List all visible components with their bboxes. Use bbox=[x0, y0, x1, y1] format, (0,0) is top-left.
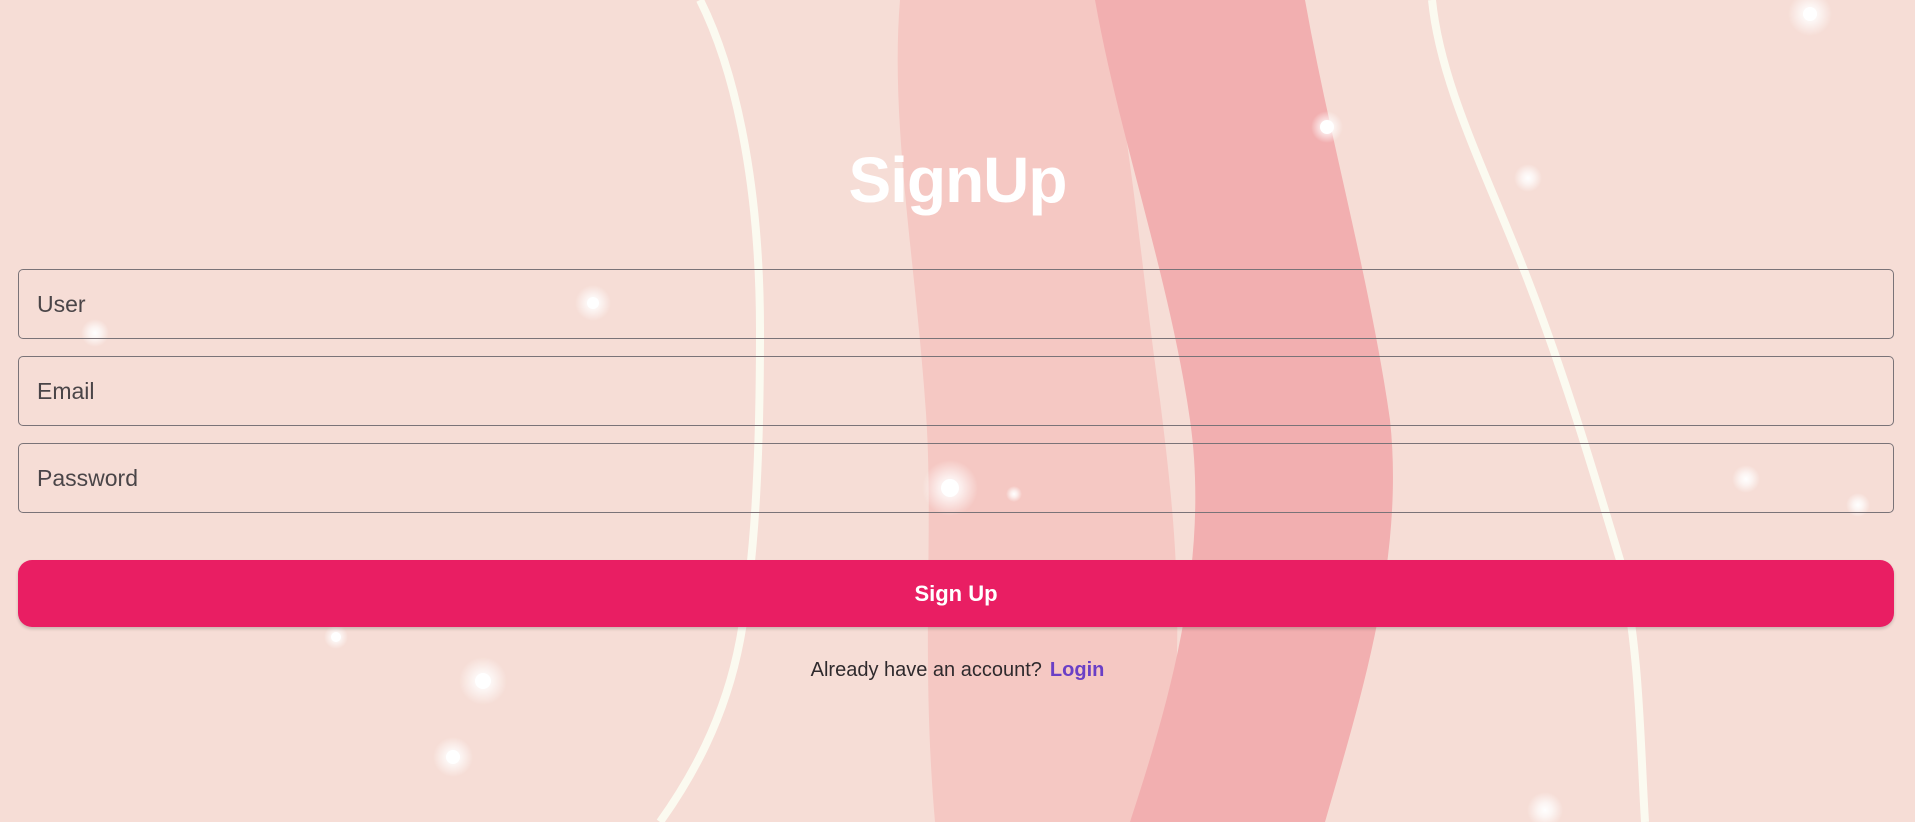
email-input[interactable] bbox=[18, 356, 1894, 426]
sign-up-button[interactable]: Sign Up bbox=[18, 560, 1894, 627]
password-input[interactable] bbox=[18, 443, 1894, 513]
login-link[interactable]: Login bbox=[1050, 659, 1104, 681]
page-title: SignUp bbox=[848, 144, 1068, 216]
user-input[interactable] bbox=[18, 269, 1894, 339]
signup-page: SignUp Sign Up Already have an account? L… bbox=[0, 0, 1915, 822]
login-prompt-text: Already have an account? bbox=[810, 659, 1042, 681]
login-prompt: Already have an account? Login bbox=[0, 659, 1915, 682]
